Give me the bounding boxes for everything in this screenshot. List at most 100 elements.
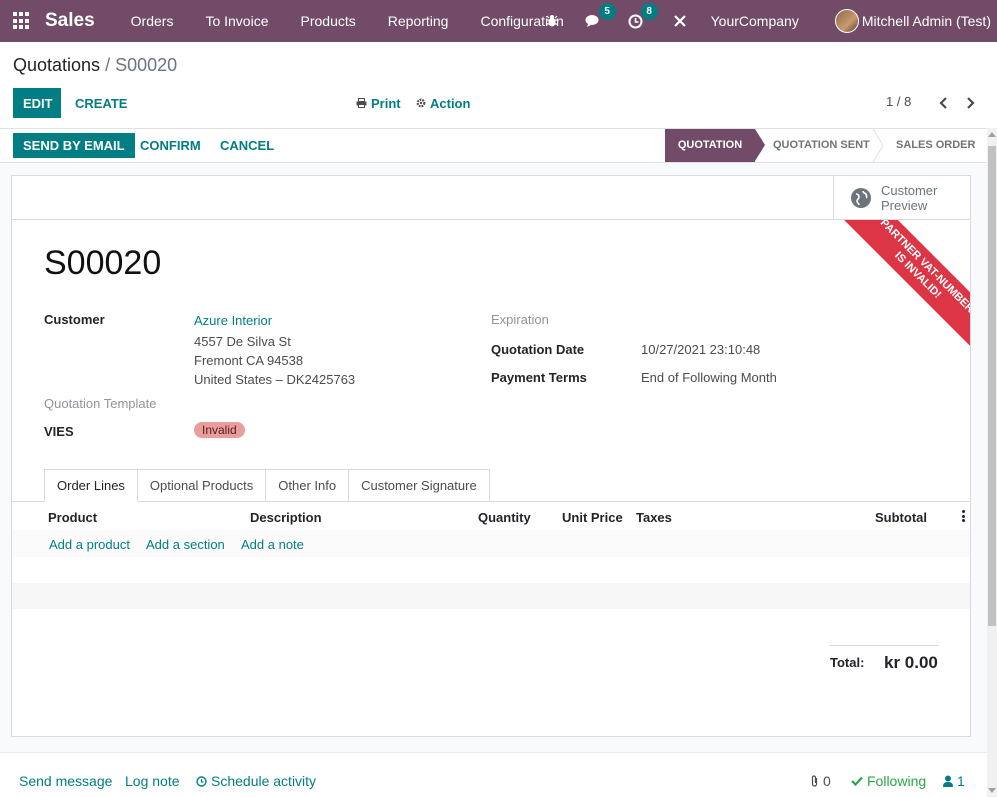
log-note-label: Log note <box>125 773 180 789</box>
form-sheet: Customer Preview PARTNER VAT-NUMBER IS I… <box>11 175 971 737</box>
edit-button[interactable]: EDIT <box>13 88 61 118</box>
followers-count: 1 <box>957 773 965 789</box>
statusbar: SEND BY EMAIL CONFIRM CANCEL QUOTATION Q… <box>0 128 987 163</box>
empty-row <box>12 583 970 609</box>
order-lines-header: Product Description Quantity Unit Price … <box>12 502 970 530</box>
add-note-link[interactable]: Add a note <box>241 537 304 552</box>
total-amount: kr 0.00 <box>884 653 938 672</box>
address-line3: United States – DK2425763 <box>194 372 356 387</box>
create-button[interactable]: CREATE <box>65 88 137 118</box>
bug-icon[interactable] <box>543 12 561 30</box>
vies-status-badge: Invalid <box>194 422 245 438</box>
menu-reporting[interactable]: Reporting <box>372 0 465 42</box>
log-note-button[interactable]: Log note <box>125 773 180 789</box>
column-unit-price[interactable]: Unit Price <box>562 510 623 525</box>
menu-products[interactable]: Products <box>285 0 372 42</box>
stage-quotation[interactable]: QUOTATION <box>665 129 765 162</box>
cancel-button[interactable]: CANCEL <box>210 133 284 158</box>
page-scrollbar[interactable] <box>987 128 997 797</box>
apps-grid-icon[interactable] <box>13 12 31 30</box>
total-divider <box>829 645 939 646</box>
tab-other-info[interactable]: Other Info <box>266 469 350 502</box>
main-menu: Orders To Invoice Products Reporting Con… <box>115 0 580 42</box>
add-line-row: Add a product Add a section Add a note <box>12 530 970 557</box>
scroll-down-arrow-icon[interactable] <box>988 788 996 793</box>
customer-link[interactable]: Azure Interior <box>194 313 272 328</box>
globe-icon <box>851 188 871 208</box>
activity-clock-icon[interactable]: 8 <box>627 3 658 30</box>
tab-optional-products[interactable]: Optional Products <box>137 469 267 502</box>
stage-sales-order[interactable]: SALES ORDER <box>896 129 975 162</box>
followers-button[interactable]: 1 <box>943 773 965 789</box>
scroll-up-arrow-icon[interactable] <box>988 132 996 137</box>
check-icon <box>851 776 863 786</box>
total-label: Total: <box>830 655 865 670</box>
chevron-left-icon[interactable] <box>936 95 950 111</box>
user-avatar[interactable] <box>834 9 859 33</box>
payment-terms-value: End of Following Month <box>641 370 777 385</box>
stage-quotation-sent[interactable]: QUOTATION SENT <box>773 129 870 162</box>
expiration-label: Expiration <box>491 312 549 327</box>
messages-icon[interactable]: 5 <box>585 3 616 30</box>
button-box: Customer Preview <box>12 176 970 220</box>
column-quantity[interactable]: Quantity <box>478 510 531 525</box>
customer-label: Customer <box>44 312 105 327</box>
clock-icon <box>196 775 207 787</box>
ribbon-line1: PARTNER VAT-NUMBER <box>877 220 970 316</box>
following-button[interactable]: Following <box>851 773 926 789</box>
scrollbar-thumb[interactable] <box>988 146 996 626</box>
confirm-button[interactable]: CONFIRM <box>130 133 211 158</box>
invalid-vat-ribbon: PARTNER VAT-NUMBER IS INVALID! <box>830 220 970 360</box>
menu-to-invoice[interactable]: To Invoice <box>189 0 284 42</box>
optional-columns-icon[interactable] <box>962 510 965 522</box>
breadcrumb-current: S00020 <box>115 55 178 75</box>
messages-count-badge: 5 <box>598 3 616 20</box>
address-line2: Fremont CA 94538 <box>194 353 304 368</box>
gear-icon <box>416 98 426 108</box>
breadcrumb-parent[interactable]: Quotations <box>13 55 100 75</box>
send-message-button[interactable]: Send message <box>19 773 112 789</box>
user-menu[interactable]: Mitchell Admin (Test) <box>862 13 991 29</box>
address-line1: 4557 De Silva St <box>194 334 291 349</box>
following-label: Following <box>867 773 927 789</box>
add-product-link[interactable]: Add a product <box>49 537 130 552</box>
column-product[interactable]: Product <box>48 510 97 525</box>
paperclip-icon <box>811 774 818 787</box>
chevron-right-icon[interactable] <box>963 95 977 111</box>
breadcrumb-separator: / <box>105 55 111 75</box>
send-by-email-button[interactable]: SEND BY EMAIL <box>13 133 135 158</box>
quotation-date-label: Quotation Date <box>491 342 585 357</box>
quotation-date-value: 10/27/2021 23:10:48 <box>641 342 761 357</box>
app-name[interactable]: Sales <box>45 10 95 32</box>
menu-orders[interactable]: Orders <box>115 0 190 42</box>
company-switcher[interactable]: YourCompany <box>711 13 799 29</box>
chatter-topbar: Send message Log note Schedule activity … <box>0 752 987 797</box>
tools-icon[interactable] <box>671 12 689 30</box>
add-section-link[interactable]: Add a section <box>146 537 225 552</box>
stage-separator <box>872 129 884 162</box>
action-dropdown[interactable]: Action <box>406 88 480 118</box>
user-icon <box>943 775 953 787</box>
print-icon <box>356 98 367 108</box>
pager-value[interactable]: 1 / 8 <box>886 94 911 109</box>
attachments-button[interactable]: 0 <box>810 773 831 789</box>
ribbon-container: PARTNER VAT-NUMBER IS INVALID! <box>830 220 970 360</box>
column-subtotal[interactable]: Subtotal <box>875 510 927 525</box>
schedule-activity-button[interactable]: Schedule activity <box>196 773 316 789</box>
attachments-count: 0 <box>823 773 831 789</box>
print-label: Print <box>371 95 401 111</box>
tab-customer-signature[interactable]: Customer Signature <box>349 469 490 502</box>
activities-count-badge: 8 <box>640 3 658 20</box>
breadcrumb: Quotations / S00020 <box>13 55 177 76</box>
print-dropdown[interactable]: Print <box>346 88 411 118</box>
systray: 5 8 YourCompany Mitchell Admin (Test) <box>531 0 997 42</box>
column-description[interactable]: Description <box>250 510 322 525</box>
customer-preview-button[interactable]: Customer Preview <box>833 176 970 220</box>
payment-terms-label: Payment Terms <box>491 370 587 385</box>
vies-label: VIES <box>44 424 74 439</box>
column-taxes[interactable]: Taxes <box>636 510 672 525</box>
top-navbar: Sales Orders To Invoice Products Reporti… <box>0 0 997 42</box>
tab-order-lines[interactable]: Order Lines <box>44 469 138 502</box>
schedule-activity-label: Schedule activity <box>211 773 317 789</box>
action-label: Action <box>430 95 471 111</box>
